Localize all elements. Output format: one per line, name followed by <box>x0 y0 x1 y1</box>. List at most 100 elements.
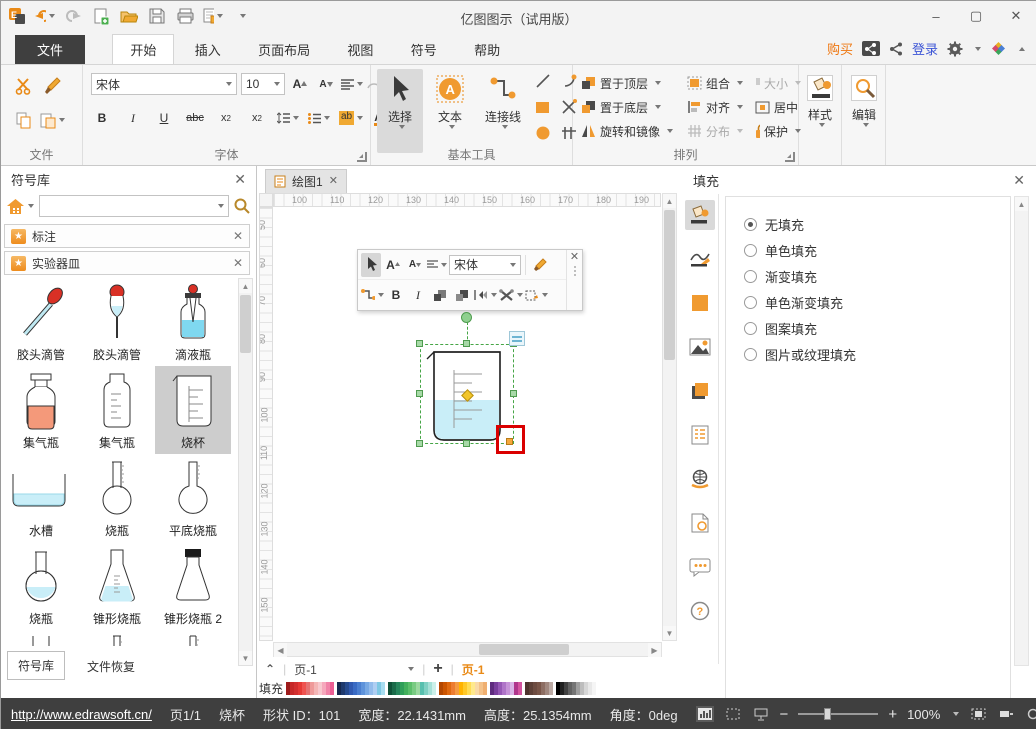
tab-file[interactable]: 文件 <box>15 35 85 65</box>
library-home-icon[interactable] <box>6 198 34 215</box>
fill-option-pattern[interactable]: 图案填充 <box>744 315 1010 341</box>
mini-toolbar-close-icon[interactable]: ✕ <box>570 252 579 263</box>
edit-button[interactable]: 编辑 <box>843 69 885 153</box>
fill-option-solid[interactable]: 单色填充 <box>744 237 1010 263</box>
search-icon[interactable] <box>234 198 250 214</box>
symbol-item[interactable]: 平底烧瓶 <box>155 454 231 542</box>
zoom-slider[interactable] <box>798 713 878 715</box>
bullet-list-icon[interactable] <box>308 107 330 129</box>
palette-swatch[interactable] <box>483 682 487 695</box>
font-family-select[interactable]: 宋体 <box>91 73 237 95</box>
symbol-item[interactable]: 锥形烧瓶 <box>79 542 155 630</box>
text-highlight-icon[interactable]: ab <box>339 107 363 129</box>
text-align-icon[interactable] <box>341 73 363 95</box>
symbol-item[interactable] <box>79 630 155 646</box>
line-tool-icon[interactable] <box>535 73 553 89</box>
tab-view[interactable]: 视图 <box>330 35 390 65</box>
align-button[interactable]: 对齐 <box>687 96 755 118</box>
presentation-icon[interactable] <box>752 706 770 722</box>
mini-format-painter-icon[interactable] <box>530 253 550 277</box>
section-close-icon[interactable]: ✕ <box>233 256 243 270</box>
resize-handle-w[interactable] <box>416 390 423 397</box>
fit-page-icon[interactable] <box>969 706 987 722</box>
document-tab[interactable]: 绘图1 ✕ <box>265 169 347 193</box>
fill-option-none[interactable]: 无填充 <box>744 211 1010 237</box>
mini-increase-font-icon[interactable]: A <box>383 253 403 277</box>
line-spacing-icon[interactable] <box>277 107 299 129</box>
rail-comment-icon[interactable] <box>685 552 715 582</box>
rail-line-icon[interactable] <box>685 244 715 274</box>
rail-shadow-icon[interactable] <box>685 288 715 318</box>
library-close-icon[interactable]: ✕ <box>234 172 246 186</box>
mini-connector-icon[interactable] <box>361 283 384 307</box>
font-dialog-launcher[interactable] <box>357 152 367 162</box>
palette-swatch[interactable] <box>518 682 522 695</box>
format-painter-icon[interactable] <box>37 75 67 97</box>
palette-swatch[interactable] <box>330 682 334 695</box>
document-tab-close-icon[interactable]: ✕ <box>329 176 338 187</box>
tab-insert[interactable]: 插入 <box>178 35 238 65</box>
symbol-search-input[interactable] <box>39 195 229 217</box>
scroll-up-icon[interactable]: ▲ <box>239 279 252 293</box>
increase-font-icon[interactable]: A <box>289 73 311 95</box>
close-button[interactable]: ✕ <box>1003 5 1029 27</box>
fill-panel-scrollbar[interactable]: ▲ <box>1014 196 1029 666</box>
scroll-right-icon[interactable]: ▶ <box>648 643 661 657</box>
resize-handle-sw[interactable] <box>416 440 423 447</box>
select-tool-button[interactable]: 选择 <box>377 69 423 153</box>
scroll-up-icon[interactable]: ▲ <box>663 194 676 208</box>
tab-page-layout[interactable]: 页面布局 <box>241 35 327 65</box>
rail-layer-icon[interactable] <box>685 376 715 406</box>
library-scrollbar[interactable]: ▲ ▼ <box>238 278 253 666</box>
rail-note-icon[interactable] <box>685 508 715 538</box>
tab-home[interactable]: 开始 <box>112 34 174 64</box>
mini-bold-icon[interactable]: B <box>386 283 406 307</box>
group-button[interactable]: 组合 <box>687 72 755 94</box>
fill-option-texture[interactable]: 图片或纹理填充 <box>744 341 1010 367</box>
palette-swatch[interactable] <box>592 682 596 695</box>
italic-icon[interactable]: I <box>122 107 144 129</box>
canvas-vscrollbar[interactable]: ▲ ▼ <box>662 193 677 641</box>
mini-send-back-icon[interactable] <box>452 283 472 307</box>
subscript-icon[interactable]: x2 <box>215 107 237 129</box>
smart-action-tag[interactable] <box>509 331 525 346</box>
rail-fill-icon[interactable] <box>685 200 715 230</box>
settings-dropdown[interactable] <box>975 47 981 51</box>
ellipse-tool-icon[interactable] <box>535 125 553 141</box>
center-button[interactable]: 居中 <box>755 96 801 118</box>
minimize-button[interactable]: – <box>923 5 949 27</box>
library-section-annotation[interactable]: ★ 标注 ✕ <box>4 224 250 248</box>
page-dropdown[interactable]: 页-1 <box>294 661 414 678</box>
rail-hyperlink-icon[interactable] <box>685 464 715 494</box>
mini-align-icon[interactable] <box>427 253 447 277</box>
tab-symbols[interactable]: 符号 <box>394 35 454 65</box>
text-tool-button[interactable]: A 文本 <box>427 69 473 153</box>
page-tab-active[interactable]: 页-1 <box>462 661 485 678</box>
mini-decrease-font-icon[interactable]: A <box>405 253 425 277</box>
symbol-item[interactable]: 烧瓶 <box>3 542 79 630</box>
symbol-item[interactable]: 烧瓶 <box>79 454 155 542</box>
mini-shape-edit-icon[interactable] <box>525 283 548 307</box>
scroll-left-icon[interactable]: ◀ <box>274 643 287 657</box>
fit-width-icon[interactable] <box>997 706 1015 722</box>
fill-panel-close-icon[interactable]: ✕ <box>1013 173 1025 187</box>
share-icon[interactable] <box>889 42 903 56</box>
edrawsoft-link[interactable]: http://www.edrawsoft.cn/ <box>11 707 152 722</box>
mini-italic-icon[interactable]: I <box>408 283 428 307</box>
symbol-item[interactable]: 胶头滴管 <box>3 278 79 366</box>
resize-handle-s[interactable] <box>463 440 470 447</box>
fill-option-gradient[interactable]: 渐变填充 <box>744 263 1010 289</box>
rotation-handle[interactable] <box>461 312 472 323</box>
scroll-down-icon[interactable]: ▼ <box>663 626 676 640</box>
tab-help[interactable]: 帮助 <box>457 35 517 65</box>
login-link[interactable]: 登录 <box>912 39 938 58</box>
strikethrough-icon[interactable]: abc <box>184 107 206 129</box>
mini-select-icon[interactable] <box>361 253 381 277</box>
cut-icon[interactable] <box>11 75 37 97</box>
symbol-item[interactable]: 滴液瓶 <box>155 278 231 366</box>
send-to-back-button[interactable]: 置于底层 <box>581 96 687 118</box>
mini-tools-icon[interactable] <box>499 283 523 307</box>
resize-handle-e[interactable] <box>510 390 517 397</box>
zoom-slider-thumb[interactable] <box>824 708 831 720</box>
copy-icon[interactable] <box>11 109 37 131</box>
